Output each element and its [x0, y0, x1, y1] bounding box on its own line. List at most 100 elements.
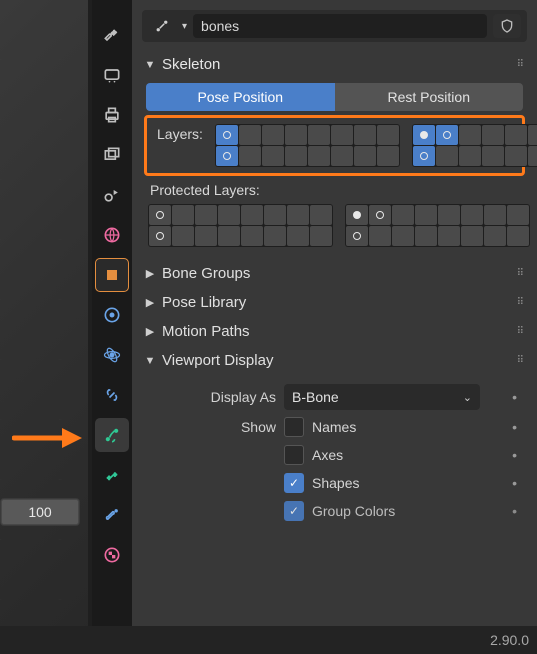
layer-cell[interactable]	[218, 226, 240, 246]
layer-cell[interactable]	[461, 226, 483, 246]
anim-dot-icon[interactable]: •	[512, 419, 517, 435]
layer-cell[interactable]	[507, 226, 529, 246]
layer-cell[interactable]	[216, 146, 238, 166]
layer-cell[interactable]	[195, 226, 217, 246]
layer-cell[interactable]	[438, 226, 460, 246]
layer-cell[interactable]	[482, 146, 504, 166]
layer-cell[interactable]	[149, 205, 171, 225]
anim-dot-icon[interactable]: •	[512, 475, 517, 491]
panel-motion-paths-header[interactable]: ▶ Motion Paths ⠿	[142, 317, 527, 346]
drag-grip-icon[interactable]: ⠿	[517, 59, 525, 70]
layer-cell[interactable]	[241, 226, 263, 246]
tab-material[interactable]	[95, 538, 129, 572]
tab-physics[interactable]	[95, 338, 129, 372]
layer-cell[interactable]	[482, 125, 504, 145]
layer-cell[interactable]	[262, 125, 284, 145]
panel-viewport-display-header[interactable]: ▼ Viewport Display ⠿	[142, 346, 527, 375]
layer-cell[interactable]	[377, 146, 399, 166]
layer-cell[interactable]	[461, 205, 483, 225]
datablock-name-input[interactable]: bones	[193, 14, 487, 38]
layer-cell[interactable]	[484, 226, 506, 246]
layer-cell[interactable]	[392, 226, 414, 246]
layer-cell[interactable]	[285, 146, 307, 166]
layer-cell[interactable]	[346, 205, 368, 225]
tab-render[interactable]	[95, 58, 129, 92]
layer-cell[interactable]	[415, 205, 437, 225]
layer-cell[interactable]	[287, 226, 309, 246]
layer-cell[interactable]	[308, 146, 330, 166]
tab-bone-constraints[interactable]	[95, 498, 129, 532]
drag-grip-icon[interactable]: ⠿	[517, 326, 525, 337]
tab-object[interactable]	[95, 258, 129, 292]
layer-cell[interactable]	[369, 205, 391, 225]
layer-cell[interactable]	[172, 226, 194, 246]
tab-bone[interactable]	[95, 458, 129, 492]
layer-cell[interactable]	[459, 146, 481, 166]
shapes-checkbox[interactable]: ✓	[284, 473, 304, 493]
layer-cell[interactable]	[218, 205, 240, 225]
layer-cell[interactable]	[377, 125, 399, 145]
anim-dot-icon[interactable]: •	[512, 503, 517, 519]
layer-cell[interactable]	[459, 125, 481, 145]
layer-cell[interactable]	[239, 125, 261, 145]
layer-cell[interactable]	[308, 125, 330, 145]
viewport-3d[interactable]	[0, 0, 88, 654]
layer-cell[interactable]	[392, 205, 414, 225]
layer-cell[interactable]	[436, 125, 458, 145]
anim-dot-icon[interactable]: •	[512, 447, 517, 463]
tab-tool[interactable]	[95, 18, 129, 52]
frame-number-field[interactable]: 100	[0, 498, 80, 526]
names-checkbox[interactable]	[284, 417, 304, 437]
tab-output[interactable]	[95, 98, 129, 132]
layer-cell[interactable]	[264, 226, 286, 246]
layer-cell[interactable]	[438, 205, 460, 225]
panel-bone-groups-header[interactable]: ▶ Bone Groups ⠿	[142, 259, 527, 288]
layer-cell[interactable]	[528, 146, 537, 166]
layer-cell[interactable]	[285, 125, 307, 145]
layer-cell[interactable]	[415, 226, 437, 246]
tab-modifiers[interactable]	[95, 298, 129, 332]
layer-cell[interactable]	[331, 146, 353, 166]
drag-grip-icon[interactable]: ⠿	[517, 268, 525, 279]
layer-cell[interactable]	[354, 146, 376, 166]
layer-cell[interactable]	[310, 205, 332, 225]
layer-cell[interactable]	[149, 226, 171, 246]
layer-cell[interactable]	[241, 205, 263, 225]
layer-cell[interactable]	[310, 226, 332, 246]
layer-cell[interactable]	[287, 205, 309, 225]
axes-checkbox[interactable]	[284, 445, 304, 465]
tab-scene[interactable]	[95, 178, 129, 212]
tab-viewlayer[interactable]	[95, 138, 129, 172]
panel-pose-library-header[interactable]: ▶ Pose Library ⠿	[142, 288, 527, 317]
display-as-select[interactable]: B-Bone ⌄	[284, 384, 480, 410]
layer-cell[interactable]	[484, 205, 506, 225]
rest-position-button[interactable]: Rest Position	[335, 83, 524, 111]
layer-cell[interactable]	[505, 125, 527, 145]
pose-position-button[interactable]: Pose Position	[146, 83, 335, 111]
group-colors-checkbox[interactable]: ✓	[284, 501, 304, 521]
layer-cell[interactable]	[264, 205, 286, 225]
layer-cell[interactable]	[239, 146, 261, 166]
layer-cell[interactable]	[505, 146, 527, 166]
layer-cell[interactable]	[262, 146, 284, 166]
tab-constraints[interactable]	[95, 378, 129, 412]
layer-cell[interactable]	[216, 125, 238, 145]
drag-grip-icon[interactable]: ⠿	[517, 355, 525, 366]
drag-grip-icon[interactable]: ⠿	[517, 297, 525, 308]
layer-cell[interactable]	[354, 125, 376, 145]
layer-cell[interactable]	[436, 146, 458, 166]
layer-cell[interactable]	[195, 205, 217, 225]
layer-cell[interactable]	[507, 205, 529, 225]
layer-cell[interactable]	[369, 226, 391, 246]
layer-cell[interactable]	[172, 205, 194, 225]
layer-cell[interactable]	[528, 125, 537, 145]
anim-dot-icon[interactable]: •	[512, 389, 517, 405]
layer-cell[interactable]	[331, 125, 353, 145]
tab-armature-data[interactable]	[95, 418, 129, 452]
layer-cell[interactable]	[413, 146, 435, 166]
tab-world[interactable]	[95, 218, 129, 252]
layer-cell[interactable]	[346, 226, 368, 246]
fake-user-toggle[interactable]	[493, 14, 521, 38]
layer-cell[interactable]	[413, 125, 435, 145]
panel-skeleton-header[interactable]: ▼ Skeleton ⠿	[142, 52, 527, 77]
